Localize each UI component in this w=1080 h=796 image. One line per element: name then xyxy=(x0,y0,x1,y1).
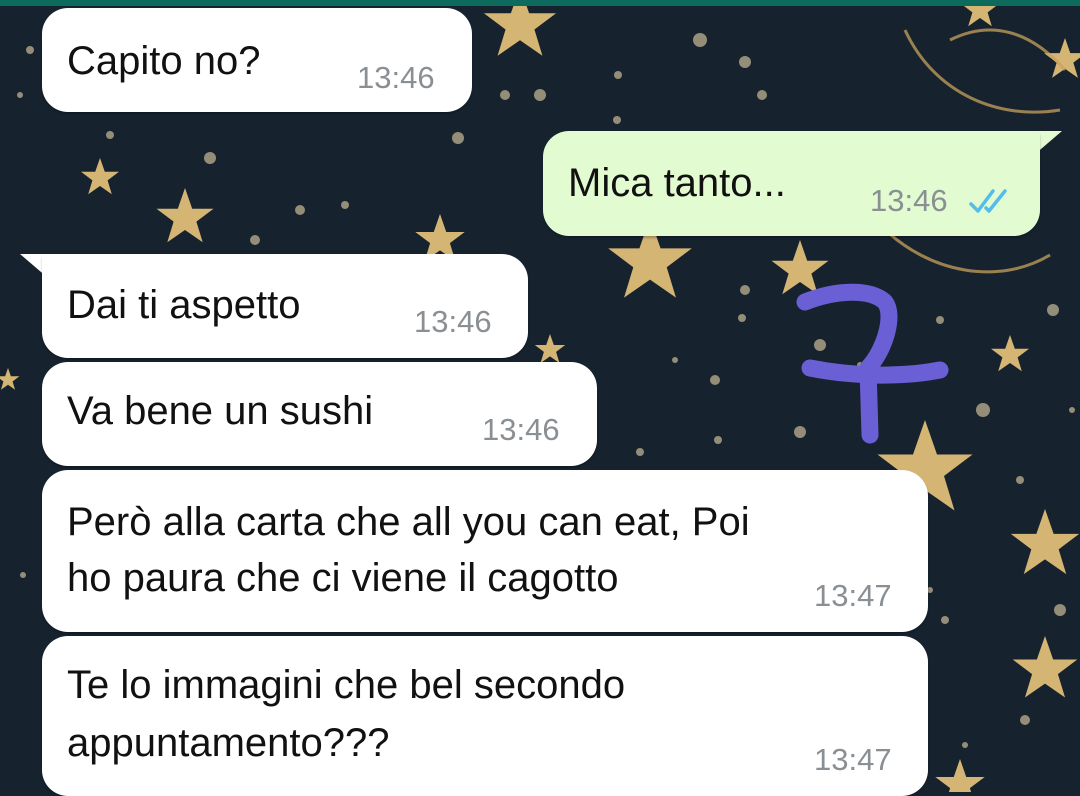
message-text: Mica tanto... xyxy=(568,161,786,205)
message-text-line: ho paura che ci viene il cagotto xyxy=(67,556,619,600)
message-time: 13:46 xyxy=(357,60,435,95)
message-text-line: Però alla carta che all you can eat, Poi xyxy=(67,500,750,544)
purple-number-seven-scribble xyxy=(796,283,949,444)
header-edge xyxy=(0,0,1080,6)
message-bubble-incoming[interactable]: Va bene un sushi 13:46 xyxy=(42,362,597,466)
message-time: 13:46 xyxy=(414,304,492,339)
message-text-line: appuntamento??? xyxy=(67,721,390,765)
message-text-line: Te lo immagini che bel secondo xyxy=(67,663,626,707)
message-bubble-outgoing[interactable]: Mica tanto... 13:46 xyxy=(543,131,1040,236)
message-bubble-incoming[interactable]: Capito no? 13:46 xyxy=(42,8,472,112)
message-time: 13:46 xyxy=(870,183,948,218)
double-check-icon xyxy=(969,189,1007,213)
message-text: Va bene un sushi xyxy=(67,389,374,433)
message-time: 13:47 xyxy=(814,578,892,613)
message-text: Capito no? xyxy=(67,39,261,83)
message-bubble-incoming[interactable]: Te lo immagini che bel secondo appuntame… xyxy=(42,636,928,796)
message-time: 13:47 xyxy=(814,742,892,777)
message-time: 13:46 xyxy=(482,412,560,447)
message-text: Dai ti aspetto xyxy=(67,283,301,327)
message-bubble-incoming[interactable]: Dai ti aspetto 13:46 xyxy=(42,254,528,358)
message-bubble-incoming[interactable]: Però alla carta che all you can eat, Poi… xyxy=(42,470,928,632)
